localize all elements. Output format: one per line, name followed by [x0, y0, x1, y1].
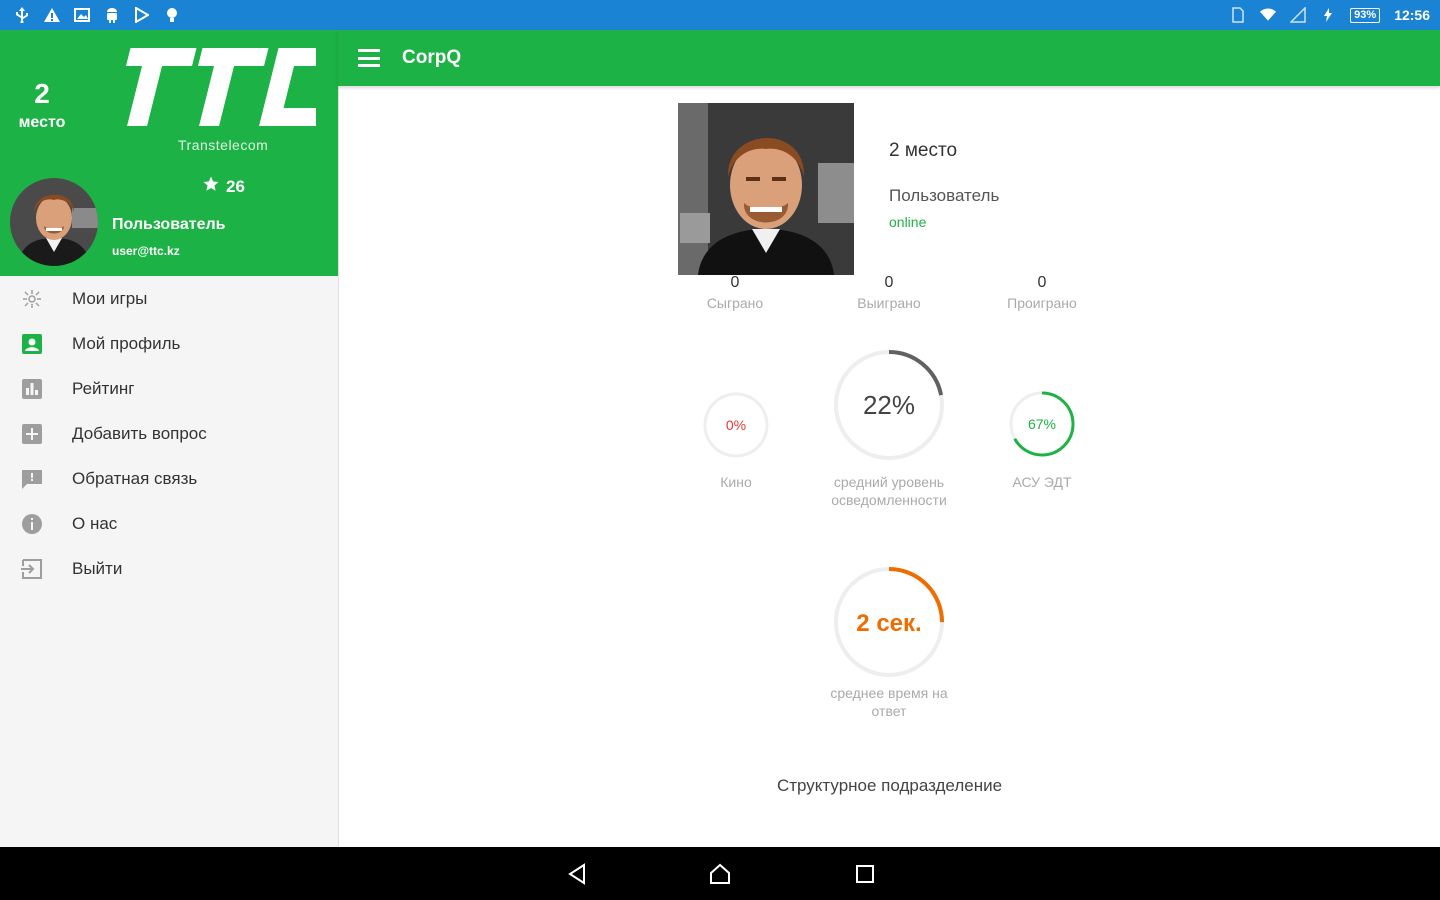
- stat-value: 0: [884, 274, 894, 291]
- add-question-icon: [20, 422, 44, 446]
- stars-value: 26: [226, 176, 245, 196]
- gauge-awareness: 22%: [833, 349, 945, 466]
- menu-item-my-profile[interactable]: Мой профиль: [0, 321, 338, 366]
- play-store-icon: [134, 7, 150, 23]
- user-name: Пользователь: [112, 216, 226, 233]
- profile-icon: [20, 332, 44, 356]
- menu-label: Выйти: [72, 558, 123, 578]
- app-title: CorpQ: [402, 47, 462, 68]
- info-icon: [20, 512, 44, 536]
- system-nav-bar: [0, 847, 1440, 900]
- rank-label: место: [18, 114, 66, 131]
- stat-label: Сыграно: [706, 295, 764, 311]
- stars-count: 26: [202, 175, 245, 198]
- image-icon: [74, 7, 90, 23]
- app-bar: CorpQ: [338, 30, 1440, 86]
- navigation-drawer: 2 место Transtelecom 26 Пользователь use…: [0, 30, 339, 847]
- usb-icon: [14, 7, 30, 23]
- logo-subtitle: Transtelecom: [178, 137, 269, 153]
- gauge-label-line: осведомленности: [831, 492, 947, 508]
- recent-apps-icon[interactable]: [851, 860, 879, 888]
- menu-item-my-games[interactable]: Мои игры: [0, 276, 338, 321]
- menu-item-add-question[interactable]: Добавить вопрос: [0, 411, 338, 456]
- profile-rank: 2 место: [889, 140, 958, 161]
- games-icon: [20, 287, 44, 311]
- stat-played: 0 Сыграно: [655, 274, 815, 311]
- menu-icon[interactable]: [358, 49, 380, 67]
- stat-label: Проиграно: [1007, 295, 1077, 311]
- android-icon: [104, 7, 120, 23]
- online-status: online: [889, 214, 927, 230]
- gauge-label-line: ответ: [871, 703, 907, 719]
- menu-label: Обратная связь: [72, 468, 198, 488]
- warning-icon: [44, 7, 60, 23]
- gauge-label-line: среднее время на: [830, 685, 948, 701]
- svg-text:67%: 67%: [1028, 416, 1056, 432]
- status-bar: 93% 12:56: [0, 0, 1440, 30]
- gauge-asu: 67%: [1008, 390, 1076, 463]
- home-icon[interactable]: [706, 860, 734, 888]
- stat-lost: 0 Проиграно: [962, 274, 1122, 311]
- menu-label: Рейтинг: [72, 378, 135, 398]
- bulb-icon: [164, 7, 180, 23]
- stat-value: 0: [730, 274, 740, 291]
- stat-won: 0 Выиграно: [809, 274, 969, 311]
- wifi-icon: [1260, 7, 1277, 23]
- exit-icon: [20, 557, 44, 581]
- svg-text:2 сек.: 2 сек.: [856, 610, 921, 637]
- menu-label: Мои игры: [72, 288, 148, 308]
- signal-icon: [1290, 7, 1306, 23]
- svg-text:0%: 0%: [726, 417, 746, 433]
- gauge-kino: 0%: [702, 391, 770, 464]
- gauge-answer-time: 2 сек.: [833, 566, 945, 683]
- profile-screen: 2 место Пользователь online 0 Сыграно 0 …: [339, 86, 1440, 847]
- rank-number: 2: [34, 78, 50, 109]
- menu-label: Добавить вопрос: [72, 423, 207, 443]
- stat-label: Выиграно: [857, 295, 921, 311]
- profile-role: Пользователь: [889, 186, 1000, 205]
- ttc-logo: [104, 42, 339, 137]
- menu-item-feedback[interactable]: Обратная связь: [0, 456, 338, 501]
- menu-label: Мой профиль: [72, 333, 181, 353]
- gauge-label-answer-time: среднее время на ответ: [799, 684, 979, 720]
- menu-item-logout[interactable]: Выйти: [0, 546, 338, 591]
- menu-label: О нас: [72, 513, 118, 533]
- rating-icon: [20, 377, 44, 401]
- feedback-icon: [20, 467, 44, 491]
- back-icon[interactable]: [563, 860, 591, 888]
- sim-icon: [1230, 7, 1246, 23]
- gauge-label-asu: АСУ ЭДТ: [1012, 474, 1072, 490]
- stat-value: 0: [1037, 274, 1047, 291]
- user-email: user@ttc.kz: [112, 244, 180, 258]
- svg-text:22%: 22%: [863, 390, 915, 420]
- star-icon: [202, 175, 220, 198]
- clock: 12:56: [1394, 7, 1430, 23]
- profile-photo: [678, 103, 854, 275]
- drawer-menu: Мои игры Мой профиль Рейтинг Добавить во…: [0, 276, 338, 591]
- menu-item-rating[interactable]: Рейтинг: [0, 366, 338, 411]
- battery-level: 93%: [1350, 7, 1381, 23]
- menu-item-about[interactable]: О нас: [0, 501, 338, 546]
- avatar[interactable]: [10, 178, 98, 266]
- charging-icon: [1320, 7, 1336, 23]
- department-label: Структурное подразделение: [776, 776, 1003, 795]
- drawer-header: 2 место Transtelecom 26 Пользователь use…: [0, 30, 339, 276]
